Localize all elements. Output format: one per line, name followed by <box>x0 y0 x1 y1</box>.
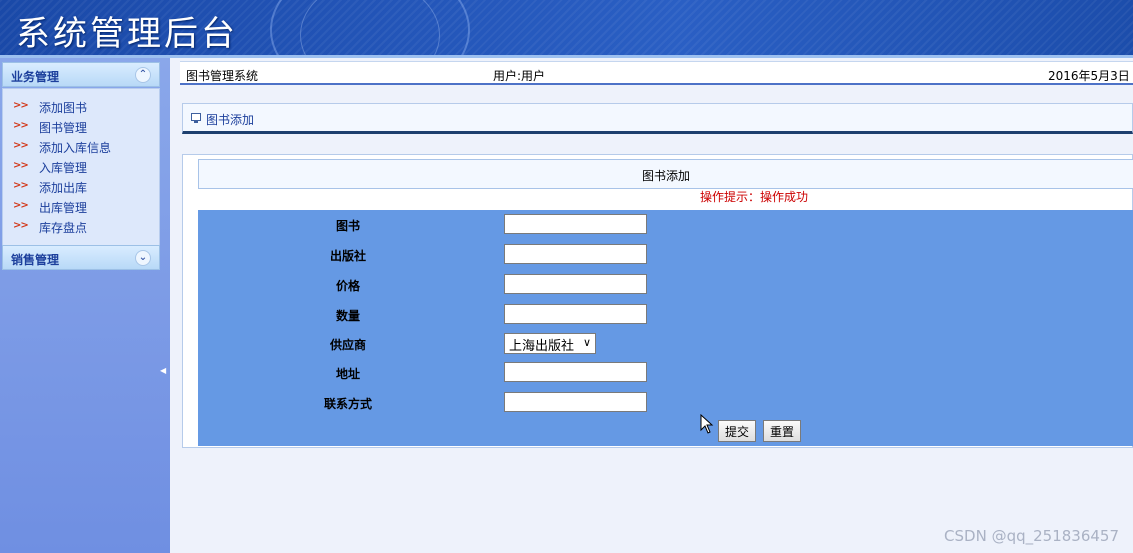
sidebar: 业务管理 ⌃ >> 添加图书 >> 图书管理 >> 添加入库信息 >> 入库管理… <box>0 58 170 553</box>
current-user: 用户:用户 <box>493 69 546 83</box>
current-date: 2016年5月3日 1 <box>1048 69 1133 83</box>
contact-input[interactable] <box>504 392 647 412</box>
menu-list-business: >> 添加图书 >> 图书管理 >> 添加入库信息 >> 入库管理 >> 添加出… <box>2 88 160 246</box>
sidebar-item-label: 入库管理 <box>39 161 88 175</box>
field-label: 联系方式 <box>323 397 372 411</box>
form-title-bar: 图书添加 <box>198 159 1133 189</box>
quantity-input[interactable] <box>504 304 647 324</box>
double-arrow-icon: >> <box>13 100 29 111</box>
breadcrumb: 图书添加 <box>182 103 1133 134</box>
system-name: 图书管理系统 <box>186 69 259 83</box>
breadcrumb-label: 图书添加 <box>206 113 255 127</box>
menu-section-label: 销售管理 <box>11 253 60 267</box>
field-label: 数量 <box>335 309 360 323</box>
chevron-down-icon: ∨ <box>582 336 591 349</box>
field-label: 价格 <box>335 279 360 293</box>
field-row-publisher: 出版社 <box>198 244 1133 266</box>
menu-section-business[interactable]: 业务管理 ⌃ <box>2 62 160 87</box>
main-content: 图书管理系统 用户:用户 2016年5月3日 1 图书添加 图书添加 操作提示：… <box>170 58 1133 553</box>
double-arrow-icon: >> <box>13 160 29 171</box>
field-label: 图书 <box>335 219 360 233</box>
double-arrow-icon: >> <box>13 140 29 151</box>
form-title: 图书添加 <box>641 169 690 183</box>
monitor-icon <box>191 113 201 123</box>
field-label: 地址 <box>335 367 360 381</box>
address-input[interactable] <box>504 362 647 382</box>
app-title: 系统管理后台 <box>16 14 238 54</box>
field-row-address: 地址 <box>198 362 1133 384</box>
field-row-price: 价格 <box>198 274 1133 296</box>
collapse-up-icon[interactable]: ⌃ <box>135 67 151 83</box>
form-body: 图书 出版社 价格 数量 供应商 上海出版社 ∨ 地址 联系方式 提交 重置 <box>198 210 1133 446</box>
sidebar-item-label: 添加图书 <box>39 101 88 115</box>
field-row-quantity: 数量 <box>198 304 1133 326</box>
price-input[interactable] <box>504 274 647 294</box>
menu-section-sales[interactable]: 销售管理 ⌄ <box>2 245 160 270</box>
sidebar-item-label: 添加出库 <box>39 181 88 195</box>
tip-text: 操作提示：操作成功 <box>699 190 808 204</box>
watermark: CSDN @qq_251836457 <box>944 527 1119 545</box>
reset-button[interactable]: 重置 <box>763 420 802 442</box>
field-label: 供应商 <box>329 338 366 352</box>
book-name-input[interactable] <box>504 214 647 234</box>
double-arrow-icon: >> <box>13 180 29 191</box>
top-info-bar: 图书管理系统 用户:用户 2016年5月3日 1 <box>180 61 1133 85</box>
header-decoration-inner <box>300 0 440 57</box>
submit-button[interactable]: 提交 <box>718 420 757 442</box>
sidebar-collapse-icon[interactable]: ◀ <box>160 366 168 378</box>
field-row-book: 图书 <box>198 214 1133 236</box>
app-header: 系统管理后台 <box>0 0 1133 57</box>
sidebar-item-label: 库存盘点 <box>39 221 88 235</box>
operation-tip: 操作提示：操作成功 <box>183 188 1132 205</box>
field-row-contact: 联系方式 <box>198 392 1133 414</box>
publisher-input[interactable] <box>504 244 647 264</box>
sidebar-item-label: 出库管理 <box>39 201 88 215</box>
supplier-selected-value: 上海出版社 <box>509 339 575 354</box>
field-label: 出版社 <box>329 249 366 263</box>
sidebar-item-label: 图书管理 <box>39 121 88 135</box>
sidebar-item-label: 添加入库信息 <box>39 141 112 155</box>
menu-section-label: 业务管理 <box>11 70 60 84</box>
form-panel: 图书添加 操作提示：操作成功 图书 出版社 价格 数量 供应商 上海出版社 ∨ … <box>182 154 1133 448</box>
double-arrow-icon: >> <box>13 220 29 231</box>
double-arrow-icon: >> <box>13 200 29 211</box>
field-row-supplier: 供应商 上海出版社 ∨ <box>198 333 1133 355</box>
supplier-select[interactable]: 上海出版社 ∨ <box>504 333 596 354</box>
double-arrow-icon: >> <box>13 120 29 131</box>
expand-down-icon[interactable]: ⌄ <box>135 250 151 266</box>
